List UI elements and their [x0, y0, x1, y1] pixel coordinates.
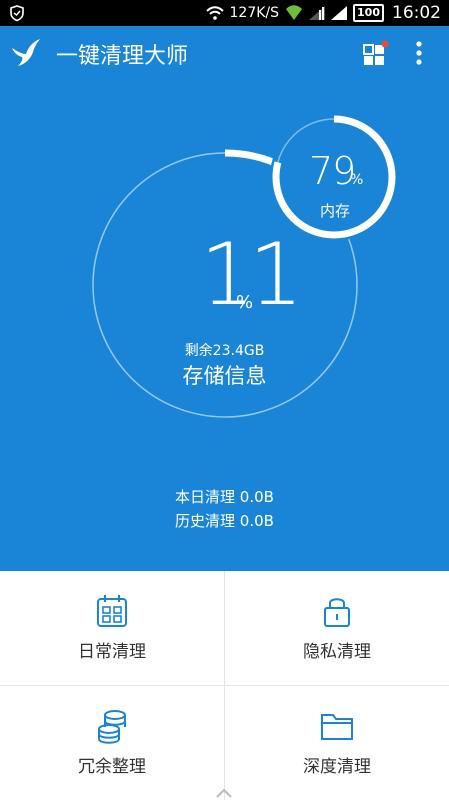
- shield-icon: [10, 5, 24, 22]
- today-cleaned: 本日清理 0.0B: [175, 488, 274, 506]
- action-grid: 日常清理 隐私清理 冗余整理 深度清理: [0, 571, 449, 800]
- redundant-cleanup-label: 冗余整理: [78, 757, 146, 777]
- app-title: 一键清理大师: [56, 44, 189, 69]
- storage-remaining: 剩余23.4GB: [0, 340, 449, 360]
- signal-icon: [331, 6, 348, 20]
- storage-percent-unit: %: [236, 292, 254, 313]
- daily-clean-label: 日常清理: [78, 642, 146, 662]
- memory-percent: 79: [309, 149, 356, 193]
- storage-remaining-text: 剩余23.4GB: [184, 343, 265, 359]
- calendar-icon: [97, 595, 127, 627]
- battery-icon: 100: [353, 4, 384, 22]
- deep-clean-label: 深度清理: [303, 757, 371, 777]
- privacy-clean-button[interactable]: 隐私清理: [225, 571, 449, 685]
- status-bar: 127K/S 100 16:02: [0, 0, 449, 26]
- grid-divider-horizontal: [0, 685, 449, 686]
- chevron-up-icon[interactable]: [214, 786, 234, 800]
- privacy-clean-label: 隐私清理: [303, 642, 371, 662]
- memory-label: 内存: [319, 202, 350, 220]
- more-vertical-icon[interactable]: [412, 40, 426, 66]
- signal-icon: [309, 6, 326, 20]
- redundant-cleanup-button[interactable]: 冗余整理: [0, 686, 224, 800]
- daily-clean-button[interactable]: 日常清理: [0, 571, 224, 685]
- bird-logo-icon: [12, 39, 40, 66]
- history-cleaned: 历史清理 0.0B: [175, 512, 274, 530]
- apps-grid-icon[interactable]: [363, 40, 389, 66]
- network-speed: 127K/S: [229, 5, 280, 21]
- memory-percent-unit: %: [350, 172, 364, 188]
- folder-icon: [321, 714, 353, 740]
- coin-stack-icon: [98, 710, 126, 744]
- wifi-icon: [286, 5, 303, 20]
- clock: 16:02: [392, 3, 441, 23]
- storage-label: 存储信息: [182, 364, 267, 388]
- app-bar: 一键清理大师: [0, 26, 449, 80]
- wifi-icon: [205, 6, 224, 20]
- deep-clean-button[interactable]: 深度清理: [225, 686, 449, 800]
- lock-icon: [324, 598, 350, 627]
